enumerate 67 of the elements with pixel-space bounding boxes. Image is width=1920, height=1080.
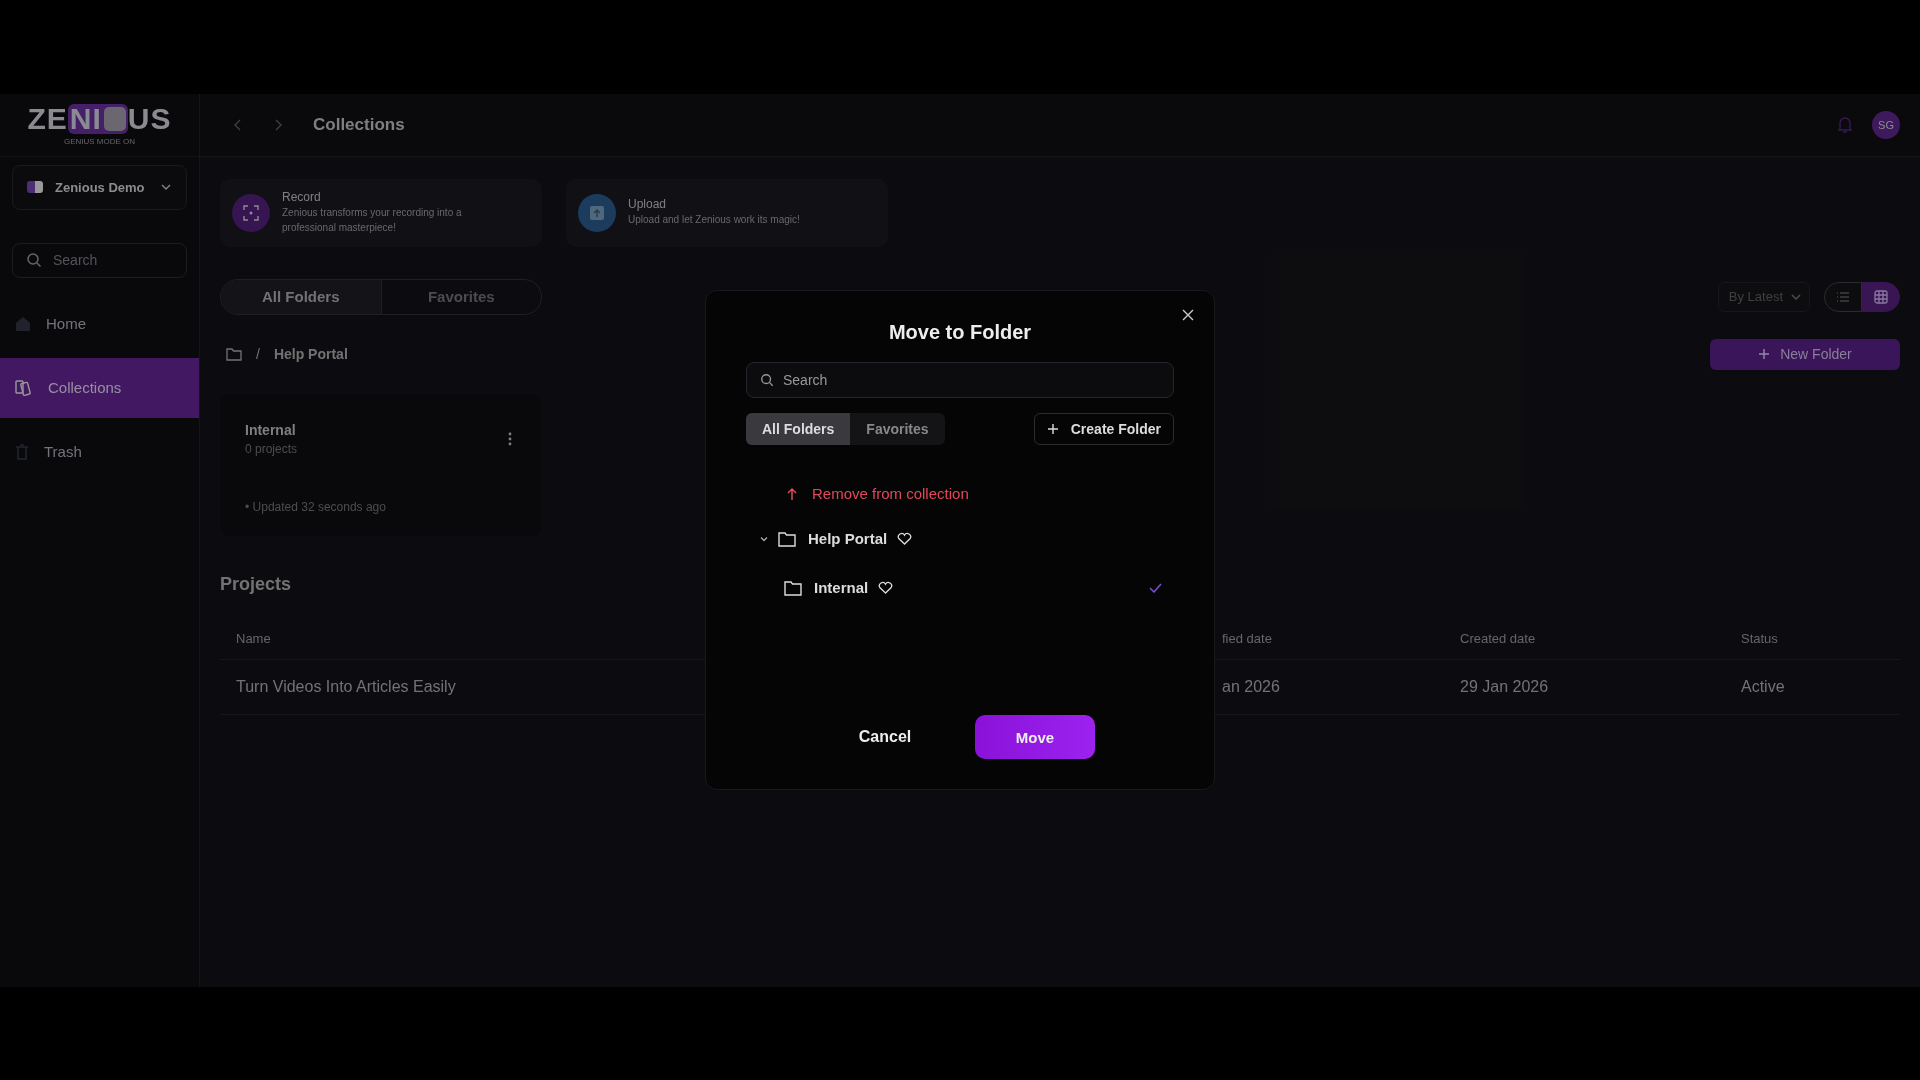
heart-icon[interactable] [897,532,913,545]
column-header: Name [236,631,272,646]
more-options-icon[interactable] [508,431,512,446]
logo: ZENI US [27,103,172,134]
breadcrumb-separator: / [256,346,260,362]
arrow-up-icon [786,486,798,501]
heart-icon[interactable] [878,581,894,594]
upload-icon [578,193,616,232]
search-field[interactable]: Search [12,242,187,278]
folder-icon[interactable] [226,347,242,361]
column-header: Created date [1460,631,1537,646]
workspace-selector[interactable]: Zenious Demo [12,164,187,210]
cancel-button[interactable]: Cancel [825,716,945,758]
action-title: Upload [628,197,668,212]
move-button[interactable]: Move [975,715,1095,759]
column-header: fied date [1222,631,1273,646]
table-cell-text: 29 Jan 2026 [1460,677,1550,696]
tab[interactable]: Favorites [850,413,945,445]
trash-icon [14,442,30,461]
folder-card[interactable]: Internal 0 projects • Updated 32 seconds ago [220,393,542,536]
create-folder-button[interactable]: Create Folder [1033,413,1174,445]
sidebar-item[interactable]: Collections [0,357,199,418]
sidebar-item[interactable]: Trash [0,421,199,482]
sidebar-item[interactable]: Home [0,293,199,354]
close-icon[interactable] [1182,309,1194,321]
chevron-down-icon [160,181,172,193]
dialog-title: Move to Folder [888,321,1032,344]
folder-updated: • Updated 32 seconds ago [245,499,387,514]
plus-icon [1046,423,1059,435]
chevron-down-icon[interactable] [760,534,768,543]
folder-icon [778,530,796,547]
action-card[interactable]: Upload Upload and let Zenious work its magic! [566,178,888,247]
grid-icon [1874,289,1888,304]
breadcrumb-current: Help Portal [273,346,348,362]
section-title: Projects [220,573,292,595]
page-title: Collections [313,114,405,135]
table-cell-text: an 2026 [1222,677,1281,696]
plus-icon [1758,348,1771,360]
folder-tree-item[interactable]: Internal [746,579,1174,596]
chevron-down-icon [1791,291,1801,302]
checkmark-icon [1149,582,1162,593]
action-description: Zenious transforms your recording into a professional masterpiece! [282,206,463,235]
new-folder-button[interactable]: New Folder [1710,338,1900,370]
grid-view-button[interactable] [1862,281,1900,312]
table-cell-text: Turn Videos Into Articles Easily [236,677,457,696]
search-icon [26,252,42,268]
folder-icon [784,579,802,596]
search-icon [760,373,774,387]
table-cell-text: Active [1741,677,1786,696]
home-icon [14,314,32,333]
folder-count: 0 projects [245,441,298,456]
record-icon [232,193,270,232]
list-icon [1836,290,1850,303]
action-description: Upload and let Zenious work its magic! [628,213,800,228]
workspace-logo-icon [27,181,43,193]
tab[interactable]: All Folders [221,279,382,314]
user-avatar[interactable]: SG [1872,110,1900,139]
remove-from-collection-link[interactable]: Remove from collection [786,485,969,502]
search-field[interactable]: Search [746,362,1174,398]
column-header: Status [1741,631,1779,646]
action-card[interactable]: Record Zenious transforms your recording into a professional masterpiece! [220,178,542,247]
cards-icon [14,377,34,398]
tab[interactable]: All Folders [746,413,851,445]
folder-name: Internal [245,421,297,438]
action-title: Record [282,190,322,204]
logo-tagline: GENIUS MODE ON [63,136,136,146]
folder-tree-item[interactable]: Help Portal [746,530,1174,547]
